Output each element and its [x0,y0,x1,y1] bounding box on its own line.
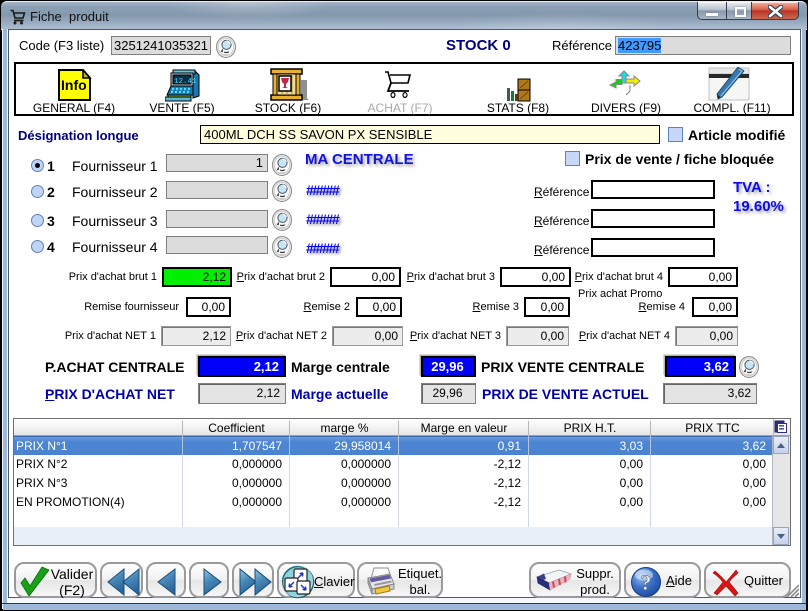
svg-text:12.41: 12.41 [174,78,197,86]
svg-text:Info: Info [61,77,87,93]
svg-text:?: ? [641,570,652,595]
